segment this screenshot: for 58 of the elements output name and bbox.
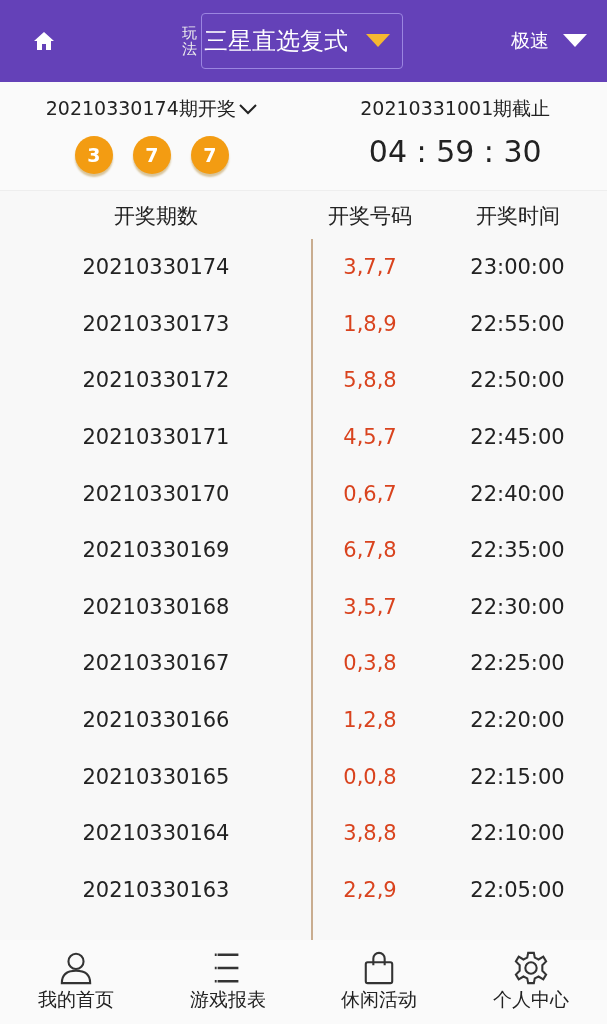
table-cell-text: 22:05:00	[469, 877, 566, 902]
nav-tab[interactable]: 个人中心	[455, 940, 607, 1024]
table-cell-text: 22:45:00	[469, 425, 566, 450]
table-cell-text: 20210330164	[81, 821, 231, 846]
table-cell-text: 6,7,8	[342, 538, 398, 563]
caret-icon	[563, 34, 587, 48]
next-draw-title: 20210331001期截止	[360, 96, 551, 121]
table-cell-text: 20210330165	[81, 764, 231, 789]
table-cell-text: 1,2,8	[342, 708, 398, 733]
play-label: 玩法	[182, 24, 197, 58]
table-cell-text: 20210330166	[81, 708, 231, 733]
column-header: 开奖时间	[474, 203, 561, 230]
table-cell-text: 20210330174	[81, 255, 231, 280]
table-cell-text: 20210330168	[81, 594, 231, 619]
nav-tab[interactable]: 我的首页	[0, 940, 152, 1024]
table-cell-text: 22:20:00	[469, 708, 566, 733]
table-cell-text: 1,8,9	[342, 311, 398, 336]
table-cell-text: 3,7,7	[342, 255, 398, 280]
column-header: 开奖期数	[113, 203, 199, 230]
nav-tab[interactable]: 休闲活动	[303, 940, 456, 1024]
number-ball: 7	[190, 136, 229, 174]
table-cell-text: 20210330163	[81, 877, 231, 902]
table-cell-text: 4,5,7	[342, 425, 398, 450]
table-cell-text: 22:50:00	[469, 368, 566, 393]
settings-icon	[514, 951, 549, 985]
table-cell-text: 22:55:00	[469, 311, 566, 336]
table-cell-text: 22:15:00	[469, 764, 566, 789]
last-draw-dropdown[interactable]: 20210330174期开奖	[45, 96, 258, 122]
home-icon[interactable]	[32, 29, 56, 53]
table-cell-text: 22:10:00	[469, 821, 566, 846]
number-ball: 3	[74, 136, 113, 174]
table-cell-text: 20210330170	[81, 481, 231, 506]
table-cell-text: 22:35:00	[469, 538, 566, 563]
table-cell-text: 0,3,8	[342, 651, 398, 676]
person-icon	[58, 951, 93, 985]
table-cell-text: 3,5,7	[342, 594, 398, 619]
play-type-dropdown[interactable]: 三星直选复式	[201, 13, 403, 69]
table-cell-text: 5,8,8	[342, 368, 398, 393]
chevron-icon	[237, 103, 258, 115]
number-ball: 7	[132, 136, 171, 174]
table-cell-text: 0,0,8	[342, 764, 398, 789]
table-cell-text: 20210330172	[81, 368, 231, 393]
nav-tab[interactable]: 游戏报表	[151, 940, 304, 1024]
table-cell-text: 20210330169	[81, 538, 231, 563]
speed-dropdown[interactable]: 极速	[511, 28, 587, 54]
table-cell-text: 20210330173	[81, 311, 231, 336]
table-cell-text: 23:00:00	[469, 255, 566, 280]
column-header: 开奖号码	[327, 203, 413, 230]
countdown: 04 : 59 : 30	[368, 134, 542, 169]
table-cell-text: 2,2,9	[342, 877, 398, 902]
table-cell-text: 3,8,8	[342, 821, 398, 846]
table-cell-text: 22:40:00	[469, 481, 566, 506]
caret-icon	[366, 34, 390, 48]
table-cell-text: 0,6,7	[342, 481, 398, 506]
table-cell-text: 22:25:00	[469, 651, 566, 676]
table-cell-text: 20210330171	[81, 425, 231, 450]
table-cell-text: 22:30:00	[469, 594, 566, 619]
table-cell-text: 20210330167	[81, 651, 231, 676]
